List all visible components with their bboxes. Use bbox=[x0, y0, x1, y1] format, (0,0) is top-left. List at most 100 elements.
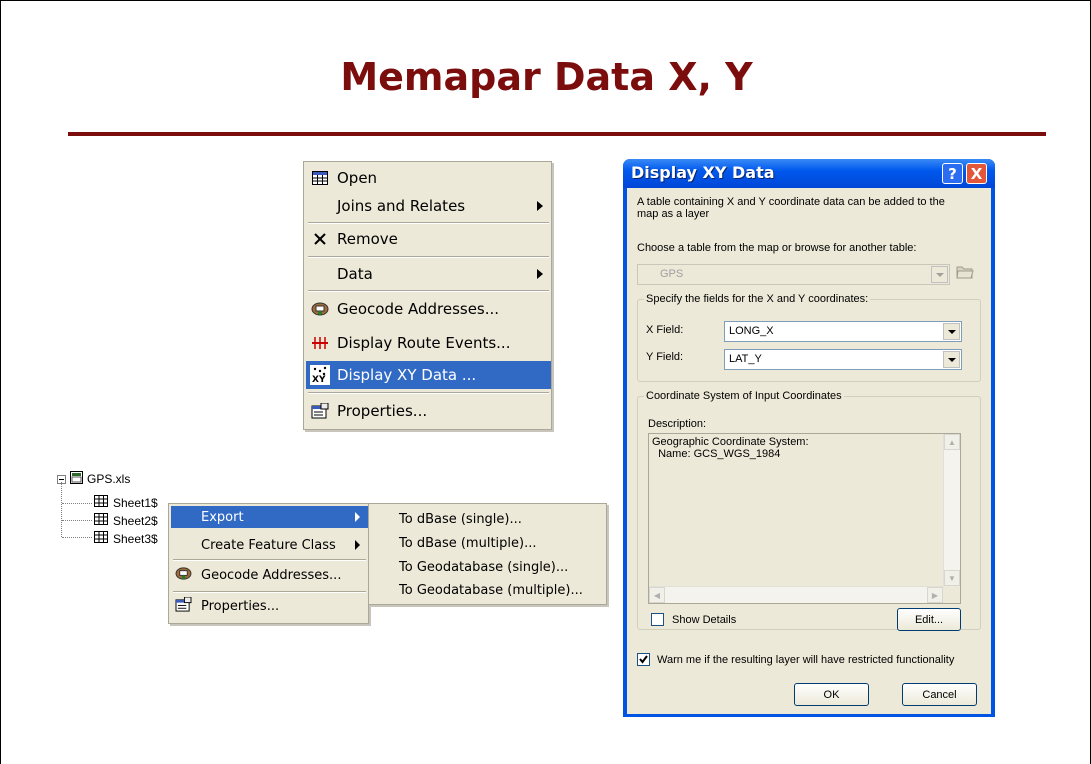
menu-item-geocode[interactable]: Geocode Addresses... bbox=[306, 295, 551, 323]
menu-item-remove-label: Remove bbox=[337, 230, 398, 248]
tree-node-gps-xls[interactable]: GPS.xls bbox=[57, 471, 130, 487]
svg-text:XY: XY bbox=[312, 375, 326, 384]
tree-node-sheet1[interactable]: Sheet1$ bbox=[94, 495, 158, 510]
menu-item-to-geodatabase-multiple[interactable]: To Geodatabase (multiple)... bbox=[371, 579, 606, 601]
menu-item-data[interactable]: Data bbox=[306, 260, 551, 288]
tree-node-sheet2[interactable]: Sheet2$ bbox=[94, 513, 158, 528]
browse-button[interactable] bbox=[954, 262, 976, 283]
menu-item-properties[interactable]: Properties... bbox=[171, 595, 368, 617]
xy-data-icon: XY bbox=[310, 365, 330, 385]
scroll-up-icon[interactable]: ▲ bbox=[944, 434, 960, 450]
tree-connector bbox=[62, 537, 92, 538]
menu-separator bbox=[308, 256, 549, 258]
properties-icon bbox=[175, 596, 193, 615]
tree-connector bbox=[62, 503, 92, 504]
description-label: Description: bbox=[648, 418, 707, 430]
menu-item-properties-label: Properties... bbox=[201, 599, 280, 614]
edit-button[interactable]: Edit... bbox=[897, 608, 961, 631]
menu-item-create-feature-class-label: Create Feature Class bbox=[201, 538, 336, 553]
y-field-label: Y Field: bbox=[646, 351, 684, 363]
menu-item-to-dbase-single[interactable]: To dBase (single)... bbox=[371, 508, 606, 530]
slide-title: Memapar Data X, Y bbox=[340, 55, 753, 99]
submenu-arrow-icon bbox=[355, 540, 360, 550]
dialog-titlebar[interactable]: Display XY Data ? X bbox=[623, 159, 995, 188]
fields-group-label: Specify the fields for the X and Y coord… bbox=[644, 293, 871, 305]
chevron-down-icon[interactable] bbox=[931, 266, 948, 283]
title-underline bbox=[68, 132, 1046, 136]
scroll-left-icon[interactable]: ◀ bbox=[649, 587, 665, 603]
tree-connector bbox=[61, 482, 62, 537]
scroll-down-icon[interactable]: ▼ bbox=[944, 570, 960, 586]
menu-item-display-xy-data[interactable]: XY Display XY Data ... bbox=[306, 361, 551, 389]
workbook-icon bbox=[70, 471, 83, 487]
tree-label-sheet3: Sheet3$ bbox=[113, 531, 158, 546]
sheet-context-menu: Export Create Feature Class Geocode Addr… bbox=[168, 503, 369, 624]
folder-icon bbox=[956, 264, 974, 282]
tree-label-gps-xls: GPS.xls bbox=[87, 472, 131, 486]
layer-context-menu: Open Joins and Relates Remove Data Geoco… bbox=[303, 161, 552, 430]
menu-item-label: To Geodatabase (single)... bbox=[399, 560, 569, 575]
route-events-icon bbox=[310, 333, 330, 353]
scroll-right-icon[interactable]: ▶ bbox=[927, 587, 943, 603]
table-icon bbox=[94, 531, 108, 546]
tree-label-sheet1: Sheet1$ bbox=[113, 495, 158, 510]
menu-item-route-events[interactable]: Display Route Events... bbox=[306, 329, 551, 357]
menu-item-open[interactable]: Open bbox=[306, 164, 551, 192]
y-field-select[interactable]: LAT_Y bbox=[724, 349, 962, 370]
menu-item-data-label: Data bbox=[337, 265, 373, 283]
table-icon bbox=[94, 513, 108, 528]
menu-item-geocode-label: Geocode Addresses... bbox=[337, 300, 500, 318]
chevron-down-icon[interactable] bbox=[943, 323, 960, 340]
menu-item-properties[interactable]: Properties... bbox=[306, 397, 551, 425]
menu-item-joins-relates[interactable]: Joins and Relates bbox=[306, 192, 551, 220]
cancel-button[interactable]: Cancel bbox=[902, 683, 977, 706]
menu-item-geocode-label: Geocode Addresses... bbox=[201, 568, 342, 583]
menu-item-joins-relates-label: Joins and Relates bbox=[337, 197, 466, 215]
submenu-arrow-icon bbox=[537, 201, 543, 211]
table-icon bbox=[310, 168, 330, 188]
tree-node-sheet3[interactable]: Sheet3$ bbox=[94, 531, 158, 546]
menu-separator bbox=[173, 591, 366, 593]
table-select[interactable]: GPS bbox=[637, 264, 950, 285]
show-details-label: Show Details bbox=[672, 614, 737, 626]
close-button[interactable]: X bbox=[966, 163, 987, 184]
x-field-select[interactable]: LONG_X bbox=[724, 321, 962, 342]
menu-item-remove[interactable]: Remove bbox=[306, 225, 551, 253]
menu-item-open-label: Open bbox=[337, 169, 378, 187]
warn-checkbox[interactable] bbox=[637, 653, 650, 666]
x-field-label: X Field: bbox=[646, 324, 684, 336]
coordinate-system-group-label: Coordinate System of Input Coordinates bbox=[644, 390, 844, 402]
vertical-scrollbar[interactable]: ▲ ▼ bbox=[943, 434, 960, 586]
menu-item-display-xy-data-label: Display XY Data ... bbox=[337, 366, 477, 384]
description-line-1: Geographic Coordinate System: bbox=[652, 436, 809, 448]
help-button[interactable]: ? bbox=[942, 163, 963, 184]
show-details-checkbox[interactable] bbox=[651, 613, 664, 626]
slide: Memapar Data X, Y Open Joins and Relates… bbox=[0, 0, 1091, 764]
chevron-down-icon[interactable] bbox=[943, 351, 960, 368]
description-line-2: Name: GCS_WGS_1984 bbox=[652, 448, 781, 460]
menu-item-label: To dBase (multiple)... bbox=[399, 536, 537, 551]
menu-item-properties-label: Properties... bbox=[337, 402, 428, 420]
submenu-arrow-icon bbox=[355, 512, 360, 522]
menu-separator bbox=[308, 392, 549, 394]
table-select-value: GPS bbox=[660, 268, 684, 280]
x-field-value: LONG_X bbox=[729, 325, 774, 337]
choose-table-label: Choose a table from the map or browse fo… bbox=[637, 242, 917, 254]
y-field-value: LAT_Y bbox=[729, 353, 762, 365]
menu-item-export[interactable]: Export bbox=[171, 506, 368, 528]
menu-separator bbox=[308, 290, 549, 292]
menu-item-create-feature-class[interactable]: Create Feature Class bbox=[171, 534, 368, 556]
export-submenu: To dBase (single)... To dBase (multiple)… bbox=[368, 503, 607, 605]
dialog-intro-text: A table containing X and Y coordinate da… bbox=[637, 196, 945, 220]
menu-item-label: To Geodatabase (multiple)... bbox=[399, 583, 583, 598]
table-icon bbox=[94, 495, 108, 510]
check-icon bbox=[639, 655, 648, 664]
tree-label-sheet2: Sheet2$ bbox=[113, 513, 158, 528]
description-textarea[interactable]: Geographic Coordinate System: Name: GCS_… bbox=[648, 433, 961, 604]
ok-button[interactable]: OK bbox=[794, 683, 869, 706]
menu-item-to-geodatabase-single[interactable]: To Geodatabase (single)... bbox=[371, 556, 606, 578]
menu-item-geocode[interactable]: Geocode Addresses... bbox=[171, 564, 368, 586]
horizontal-scrollbar[interactable]: ◀ ▶ bbox=[649, 586, 943, 603]
menu-item-to-dbase-multiple[interactable]: To dBase (multiple)... bbox=[371, 532, 606, 554]
tree-connector bbox=[62, 520, 92, 521]
